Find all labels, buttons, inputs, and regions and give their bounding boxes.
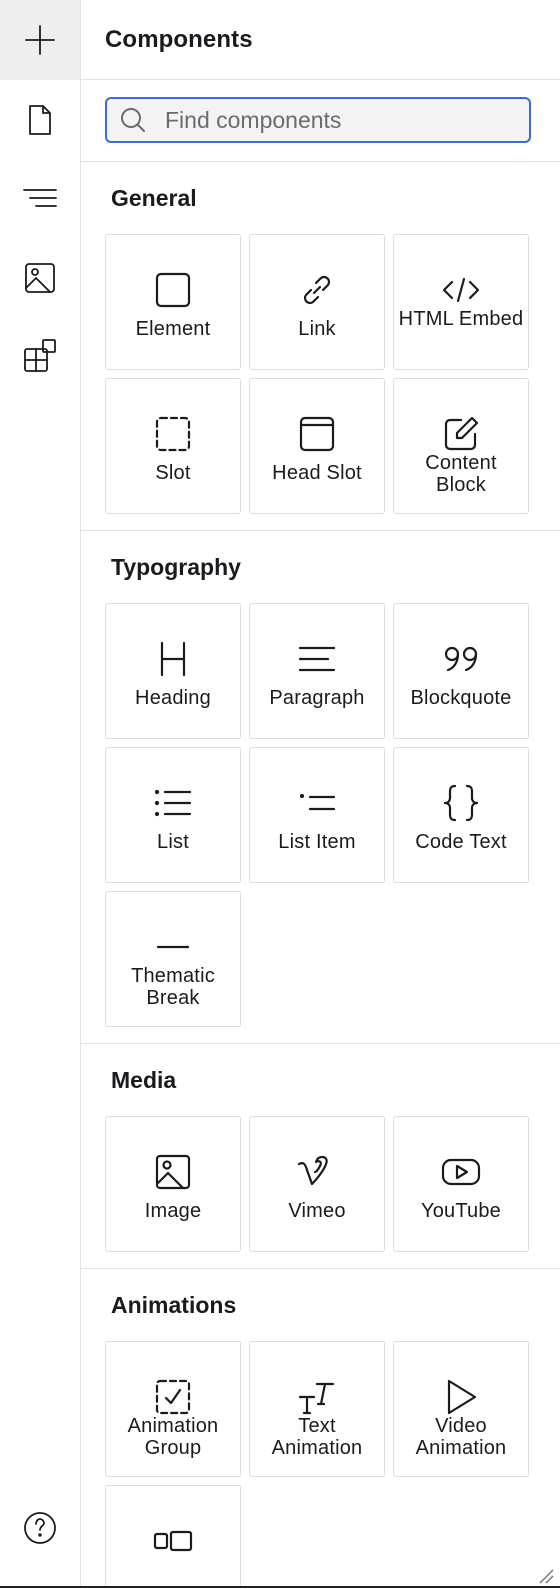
navigator-icon — [23, 189, 57, 207]
image-icon — [155, 1154, 191, 1190]
horizontal-rule-icon — [156, 945, 190, 949]
tile-label: Head Slot — [272, 462, 362, 484]
square-icon — [155, 272, 191, 308]
section-title: General — [111, 185, 197, 211]
edit-icon — [444, 416, 479, 451]
tile-label: List Item — [278, 831, 356, 853]
head-slot-icon — [299, 416, 335, 452]
resize-grip-icon — [539, 1569, 554, 1584]
navigator-button[interactable] — [0, 158, 80, 238]
tile-label: HTML Embed — [398, 308, 524, 330]
tile-label: Paragraph — [269, 687, 365, 709]
youtube-icon — [441, 1158, 481, 1186]
panel-title: Components — [105, 25, 253, 53]
pages-button[interactable] — [0, 80, 80, 160]
section-media: Media Image Vimeo YouTube — [81, 1044, 560, 1269]
animation-group-icon — [155, 1379, 191, 1415]
resize-handle[interactable] — [538, 1568, 554, 1584]
quote-icon — [444, 646, 478, 672]
tile-label: Vimeo — [288, 1200, 346, 1222]
help-button[interactable] — [0, 1488, 80, 1568]
tile-label: Code Text — [415, 831, 507, 853]
section-animations: Animations Animation Group Text Animatio… — [81, 1269, 560, 1588]
page-icon — [29, 105, 51, 135]
component-image[interactable]: Image — [105, 1116, 241, 1252]
tile-label: Heading — [135, 687, 211, 709]
play-icon — [447, 1379, 477, 1415]
tile-label: Video Animation — [415, 1415, 507, 1459]
text-animation-icon — [298, 1382, 335, 1415]
search-input[interactable] — [163, 105, 507, 135]
component-animation-group[interactable]: Animation Group — [105, 1341, 241, 1477]
component-html-embed[interactable]: HTML Embed — [393, 234, 529, 370]
help-icon — [24, 1512, 56, 1544]
component-text-animation[interactable]: Text Animation — [249, 1341, 385, 1477]
tile-label: Blockquote — [410, 687, 512, 709]
component-blockquote[interactable]: Blockquote — [393, 603, 529, 739]
braces-icon — [443, 784, 479, 822]
vimeo-icon — [297, 1155, 328, 1186]
tile-label: Text Animation — [271, 1415, 363, 1459]
plus-icon — [25, 25, 55, 55]
tile-label: Content Block — [425, 452, 497, 496]
component-head-slot[interactable]: Head Slot — [249, 378, 385, 514]
panel-header: Components — [81, 0, 560, 80]
component-content-block[interactable]: Content Block — [393, 378, 529, 514]
section-general: General Element Link HTML Embed Slot Hea… — [81, 162, 560, 531]
left-rail — [0, 0, 81, 1588]
tile-label: Element — [135, 318, 211, 340]
paragraph-icon — [298, 646, 336, 672]
tile-label: List — [157, 831, 189, 853]
component-link[interactable]: Link — [249, 234, 385, 370]
component-heading[interactable]: Heading — [105, 603, 241, 739]
section-title: Media — [111, 1067, 177, 1093]
components-panel: Components General Element Link HTML Emb… — [81, 0, 560, 1588]
search-area — [81, 80, 560, 162]
search-icon — [121, 108, 145, 132]
component-youtube[interactable]: YouTube — [393, 1116, 529, 1252]
tile-label: Link — [298, 318, 336, 340]
link-icon — [303, 275, 331, 305]
component-element[interactable]: Element — [105, 234, 241, 370]
dashed-square-icon — [155, 416, 191, 452]
tile-label: Slot — [155, 462, 191, 484]
component-slider-animation[interactable] — [105, 1485, 241, 1588]
component-list[interactable]: List — [105, 747, 241, 883]
component-vimeo[interactable]: Vimeo — [249, 1116, 385, 1252]
apps-button[interactable] — [0, 316, 80, 396]
component-list-item[interactable]: List Item — [249, 747, 385, 883]
tile-label: Animation Group — [127, 1415, 219, 1459]
tile-label: YouTube — [421, 1200, 501, 1222]
component-thematic-break[interactable]: Thematic Break — [105, 891, 241, 1027]
add-components-button[interactable] — [0, 0, 80, 80]
section-title: Animations — [111, 1292, 237, 1318]
code-icon — [442, 277, 480, 303]
section-typography: Typography Heading Paragraph Blockquote … — [81, 531, 560, 1044]
component-code-text[interactable]: Code Text — [393, 747, 529, 883]
section-title: Typography — [111, 554, 241, 580]
list-item-icon — [299, 793, 336, 811]
list-icon — [154, 789, 192, 817]
heading-icon — [160, 641, 186, 677]
assets-button[interactable] — [0, 238, 80, 318]
component-slot[interactable]: Slot — [105, 378, 241, 514]
component-paragraph[interactable]: Paragraph — [249, 603, 385, 739]
tile-label: Thematic Break — [131, 965, 215, 1009]
slides-icon — [153, 1530, 193, 1552]
search-box[interactable] — [105, 97, 531, 143]
apps-icon — [24, 339, 56, 372]
image-icon — [25, 263, 55, 293]
component-video-animation[interactable]: Video Animation — [393, 1341, 529, 1477]
tile-label: Image — [144, 1200, 202, 1222]
